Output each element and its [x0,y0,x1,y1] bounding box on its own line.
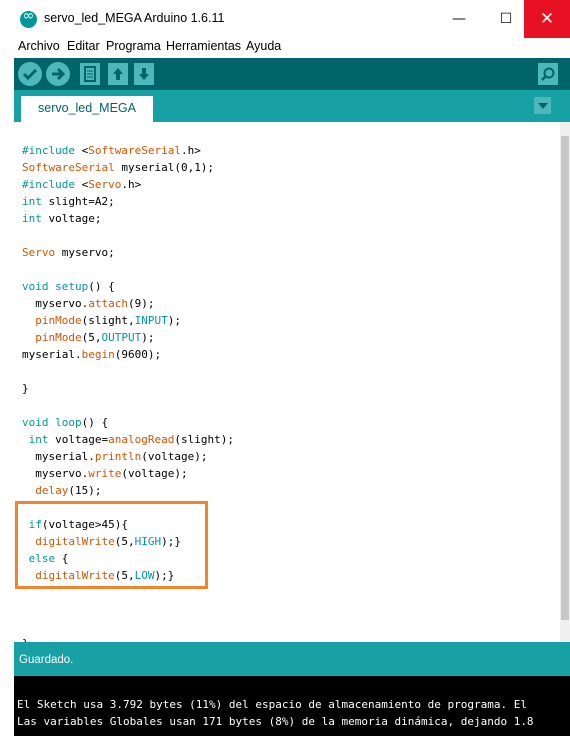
save-icon [139,68,149,80]
menu-editar[interactable]: Editar [67,39,100,53]
menu-ayuda[interactable]: Ayuda [246,39,281,53]
maximize-button[interactable]: ☐ [483,0,529,38]
menu-archivo[interactable]: Archivo [18,39,60,53]
console-output: El Sketch usa 3.792 bytes (11%) del espa… [14,676,570,736]
status-message: Guardado. [19,654,74,666]
code-line: #include <SoftwareSerial.h> [22,144,201,157]
upload-button[interactable] [46,62,70,86]
tab-bar: servo_led_MEGA [14,90,570,122]
code-line: #include <Servo.h> [22,178,142,191]
new-icon [84,66,96,82]
code-line: myserial.println(voltage); [22,450,208,463]
menu-herramientas[interactable]: Herramientas [166,39,241,53]
code-line: myserial.begin(9600); [22,348,162,361]
console-line: El Sketch usa 3.792 bytes (11%) del espa… [17,698,527,711]
upload-icon [52,67,66,81]
toolbar [14,58,570,90]
verify-button[interactable] [18,62,42,86]
new-button[interactable] [80,63,100,85]
title-bar: servo_led_MEGA Arduino 1.6.11 — ☐ ✕ [0,0,570,38]
verify-icon [22,68,38,81]
code-line: pinMode(slight,INPUT); [35,314,181,327]
code-line: pinMode(5,OUTPUT); [35,331,155,344]
close-button[interactable]: ✕ [524,0,570,38]
serial-monitor-button[interactable] [538,63,558,85]
code-line: void setup() { [22,280,115,293]
scrollbar-thumb[interactable] [561,136,569,620]
save-button[interactable] [134,63,154,85]
menu-bar: Archivo Editar Programa Herramientas Ayu… [0,38,570,56]
arduino-logo-icon [20,8,37,28]
code-line: delay(15); [35,484,102,497]
editor-scrollbar[interactable] [560,122,570,642]
code-line: int slight=A2; [22,195,115,208]
serial-monitor-icon [541,67,555,81]
code-line: void loop() { [22,416,109,429]
code-line: int voltage=analogRead(slight); [22,433,234,446]
highlight-annotation-box [15,501,208,589]
console-line: Las variables Globales usan 171 bytes (8… [17,715,534,728]
minimize-button[interactable]: — [436,0,482,38]
code-line: myservo.attach(9); [22,297,155,310]
tab-servo-led-mega[interactable]: servo_led_MEGA [21,96,153,122]
code-line: Servo myservo; [22,246,115,259]
window-title: servo_led_MEGA Arduino 1.6.11 [44,11,225,25]
open-button[interactable] [108,63,128,85]
code-line: myservo.write(voltage); [22,467,188,480]
status-bar: Guardado. [14,642,570,676]
tab-menu-button[interactable] [534,97,551,114]
menu-programa[interactable]: Programa [106,39,161,53]
code-line: } [22,382,29,395]
code-line: int voltage; [22,212,102,225]
code-line: SoftwareSerial myserial(0,1); [22,161,215,174]
open-icon [113,68,123,80]
